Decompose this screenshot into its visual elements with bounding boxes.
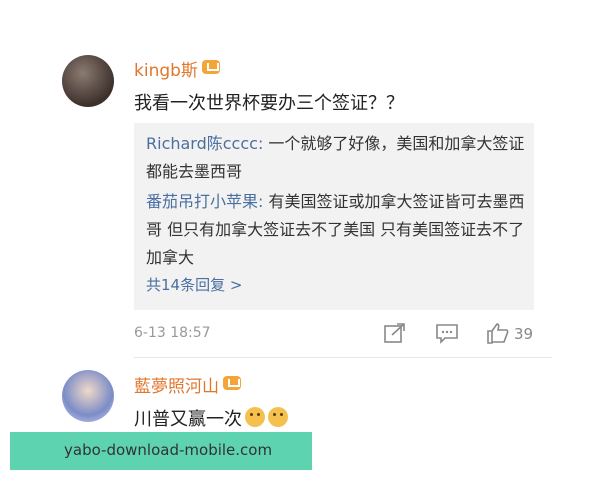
timestamp: 6-13 18:57 (134, 325, 211, 341)
doge-emoji-icon (268, 407, 288, 427)
vip-badge-icon (223, 376, 241, 390)
doge-emoji-icon (245, 407, 265, 427)
more-replies-link[interactable]: 共14条回复 > (146, 274, 242, 295)
watermark-banner: yabo-download-mobile.com (10, 432, 312, 470)
like-count: 39 (514, 325, 534, 343)
reply-item[interactable]: 番茄吊打小苹果: 有美国签证或加拿大签证皆可去墨西哥 但只有加拿大签证去不了美国… (146, 188, 526, 272)
comment-icon[interactable] (435, 322, 459, 344)
reply-author[interactable]: Richard陈cccc: (146, 134, 263, 153)
comment-username[interactable]: 藍夢照河山 (134, 372, 241, 397)
watermark-text: yabo-download-mobile.com (64, 441, 273, 459)
reply-author[interactable]: 番茄吊打小苹果: (146, 192, 263, 211)
reply-item[interactable]: Richard陈cccc: 一个就够了好像，美国和加拿大签证都能去墨西哥 (146, 130, 526, 186)
like-icon[interactable] (486, 322, 510, 344)
username-label[interactable]: 藍夢照河山 (134, 377, 219, 397)
comment-text-label: 川普又赢一次 (134, 409, 242, 430)
username-label[interactable]: kingb斯 (134, 61, 198, 81)
avatar[interactable] (62, 55, 114, 107)
reply-box[interactable]: Richard陈cccc: 一个就够了好像，美国和加拿大签证都能去墨西哥 番茄吊… (134, 123, 534, 310)
divider (134, 357, 552, 358)
comment-text: 川普又赢一次 (134, 405, 288, 431)
avatar[interactable] (62, 370, 114, 422)
share-icon[interactable] (383, 322, 407, 344)
comment-username[interactable]: kingb斯 (134, 56, 220, 81)
comment-text: 我看一次世界杯要办三个签证？？ (134, 93, 404, 114)
vip-badge-icon (201, 60, 220, 74)
